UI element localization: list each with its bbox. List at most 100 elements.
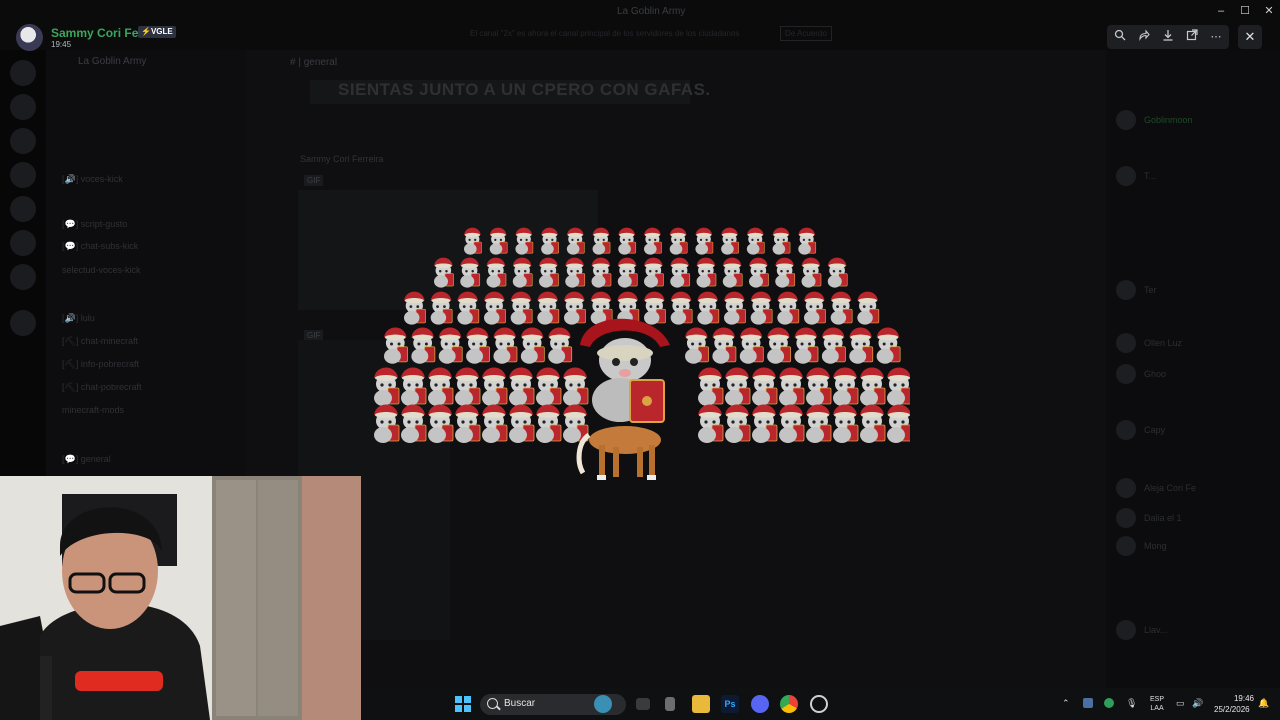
server-icon[interactable]	[10, 310, 36, 336]
legionary-figure	[806, 367, 832, 406]
tray-app-icon[interactable]	[1083, 698, 1093, 708]
legionary-figure	[887, 367, 910, 406]
server-icon[interactable]	[10, 264, 36, 290]
member-item[interactable]: Mong	[1116, 536, 1266, 558]
member-item[interactable]: Ghoo	[1116, 364, 1266, 386]
avatar[interactable]	[16, 24, 43, 51]
channel-item[interactable]: [🔊] lulu	[62, 313, 95, 324]
avatar	[1116, 620, 1136, 640]
chevron-up-icon[interactable]: ⌃	[1062, 698, 1070, 709]
legionary-figure	[644, 227, 662, 255]
channel-item[interactable]: selectud-voces-kick	[62, 265, 141, 275]
streamer-webcam-image	[0, 476, 361, 720]
clock-date[interactable]: 25/2/2026	[1214, 705, 1250, 714]
avatar	[1116, 508, 1136, 528]
channel-item[interactable]: minecraft-mods	[62, 405, 124, 415]
member-name: Ter	[1144, 285, 1157, 295]
legionary-figure	[484, 291, 506, 325]
legionary-figure	[721, 227, 739, 255]
notice-button[interactable]: De Acuerdo	[780, 26, 832, 41]
channel-item[interactable]: [⛏] chat-pobrecraft	[62, 382, 141, 393]
server-notice: El canal "2x" es ahora el canal principa…	[470, 29, 740, 38]
member-name: T...	[1144, 171, 1157, 181]
legionary-figure	[833, 367, 859, 406]
task-view-icon[interactable]	[636, 698, 650, 710]
channel-item[interactable]: [💬] general	[62, 454, 111, 465]
discord-icon[interactable]	[751, 695, 769, 713]
download-icon[interactable]	[1160, 29, 1176, 45]
search-highlight-icon[interactable]	[594, 695, 612, 713]
member-item[interactable]: T...	[1116, 166, 1266, 188]
windows-start-icon[interactable]	[455, 696, 471, 712]
channel-item[interactable]: [⛏] info-pobrecraft	[62, 359, 139, 370]
gif-media[interactable]	[370, 210, 910, 490]
maximize-icon[interactable]: ☐	[1238, 4, 1252, 18]
legionary-figure	[876, 327, 901, 364]
server-icon[interactable]	[10, 60, 36, 86]
webcam-overlay	[0, 476, 361, 720]
member-item[interactable]: Aleja Cori Fe	[1116, 478, 1266, 500]
app-icon[interactable]	[665, 697, 675, 711]
member-item[interactable]: Capy	[1116, 420, 1266, 442]
member-item[interactable]: Goblinmoon	[1116, 110, 1266, 132]
minimize-icon[interactable]: –	[1214, 4, 1228, 18]
member-name: Llav...	[1144, 625, 1168, 635]
legionary-figure	[777, 291, 800, 325]
channel-item[interactable]: [💬] script-gusto	[62, 219, 127, 230]
member-item[interactable]: Dalia el 1	[1116, 508, 1266, 530]
server-icon[interactable]	[10, 162, 36, 188]
legionary-figure	[724, 291, 746, 325]
author-tag-badge: ⚡VGLE	[138, 26, 176, 38]
legionary-figure	[430, 291, 453, 325]
close-icon[interactable]: ✕	[1238, 25, 1262, 49]
legionary-figure	[566, 227, 585, 255]
legionary-figure	[798, 227, 817, 255]
member-name: Ghoo	[1144, 369, 1167, 379]
legionary-figure	[887, 404, 910, 443]
chrome-icon[interactable]	[780, 695, 798, 713]
more-icon[interactable]: ⋯	[1208, 29, 1224, 45]
server-icon[interactable]	[10, 128, 36, 154]
forward-icon[interactable]	[1136, 29, 1152, 45]
message-author[interactable]: Sammy Cori Ferreira	[300, 154, 384, 164]
file-explorer-icon[interactable]	[692, 695, 710, 713]
legionary-figure	[482, 404, 508, 443]
legionary-figure	[509, 367, 535, 406]
legionary-figure	[512, 257, 533, 288]
server-icon[interactable]	[10, 94, 36, 120]
notification-icon[interactable]: 🔔	[1258, 698, 1269, 709]
member-item[interactable]: Ter	[1116, 280, 1266, 302]
legionary-figure	[537, 291, 560, 325]
channel-item[interactable]: [🔊] voces-kick	[62, 174, 123, 185]
microphone-icon[interactable]: 🎙	[1126, 698, 1137, 709]
window-close-icon[interactable]: ✕	[1262, 4, 1276, 18]
legionary-figure	[767, 327, 792, 364]
media-viewer-header: La Goblin Army – ☐ ✕ Sammy Cori Fer... ⚡…	[0, 0, 1280, 51]
app-icon[interactable]	[810, 695, 828, 713]
server-name[interactable]: La Goblin Army	[78, 56, 146, 67]
avatar	[1116, 420, 1136, 440]
member-item[interactable]: Ollen Luz	[1116, 333, 1266, 355]
open-external-icon[interactable]	[1184, 29, 1200, 45]
server-icon[interactable]	[10, 196, 36, 222]
photoshop-icon[interactable]: Ps	[721, 695, 739, 713]
server-icon[interactable]	[10, 230, 36, 256]
search-icon	[487, 698, 498, 709]
legionary-figure	[779, 367, 805, 406]
tray-app-icon[interactable]	[1104, 698, 1114, 708]
legionary-figure	[466, 327, 490, 364]
language-indicator[interactable]: ESP LAA	[1150, 695, 1164, 713]
avatar	[1116, 364, 1136, 384]
legionary-figure	[794, 327, 819, 364]
zoom-icon[interactable]	[1112, 29, 1128, 45]
legionary-figure	[830, 291, 853, 325]
legionary-figure	[750, 291, 773, 325]
volume-icon[interactable]: 🔊	[1192, 698, 1203, 709]
network-icon[interactable]: ▭	[1176, 698, 1185, 709]
channel-item[interactable]: [💬] chat-subs-kick	[62, 241, 138, 252]
clock-time[interactable]: 19:46	[1224, 694, 1254, 703]
channel-item[interactable]: [⛏] chat-minecraft	[62, 336, 138, 347]
member-item[interactable]: Llav...	[1116, 620, 1266, 642]
legionary-figure	[401, 404, 427, 443]
avatar	[1116, 536, 1136, 556]
